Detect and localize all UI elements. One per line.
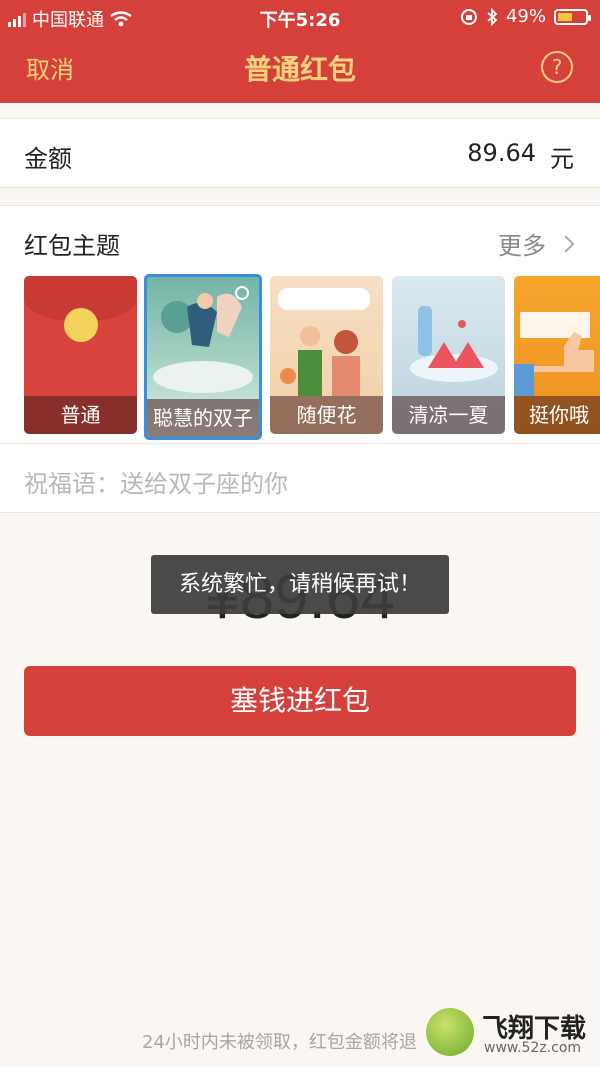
blessing-text[interactable]: 祝福语：送给双子座的你: [24, 464, 288, 499]
watermark: 飞翔下载 www.52z.com: [426, 1006, 596, 1062]
amount-value[interactable]: 89.64: [467, 139, 536, 174]
chevron-right-icon: [557, 235, 575, 252]
amount-label: 金额: [24, 145, 72, 173]
blessing-label: 祝福语：: [24, 470, 120, 498]
gemini-illustration: [153, 286, 253, 393]
theme-thumb-summer[interactable]: 清凉一夏: [392, 276, 505, 434]
amount-unit: 元: [550, 145, 574, 173]
help-icon[interactable]: ?: [541, 51, 573, 83]
amount-value-group: 89.64 元: [467, 139, 574, 174]
thumbs-up-illustration: [514, 312, 594, 396]
theme-thumb-label: 随便花: [270, 396, 383, 434]
theme-thumb-gemini[interactable]: 聪慧的双子: [144, 274, 262, 440]
blessing-input[interactable]: 送给双子座的你: [120, 470, 288, 498]
watermark-logo-icon: [426, 1008, 474, 1056]
rotation-lock-icon: [460, 8, 477, 25]
toast-message: 系统繁忙，请稍候再试！: [151, 555, 449, 614]
envelope-seal: [64, 308, 98, 342]
theme-thumb-support[interactable]: 挺你哦: [514, 276, 600, 434]
amount-row[interactable]: 金额 89.64 元: [0, 118, 600, 188]
submit-button[interactable]: 塞钱进红包: [24, 666, 576, 736]
theme-thumb-label: 聪慧的双子: [147, 399, 259, 437]
page-title: 普通红包: [243, 53, 356, 86]
header: 中国联通 下午5:26 49% 取消 普通红包 ?: [0, 0, 600, 103]
watermelon-illustration: [410, 306, 498, 382]
theme-thumb-label: 挺你哦: [514, 396, 600, 434]
footer-note: 24小时内未被领取，红包金额将退: [142, 1032, 417, 1053]
status-right: 49%: [460, 6, 591, 27]
theme-thumb-label: 清凉一夏: [392, 396, 505, 434]
theme-more-link[interactable]: 更多: [498, 226, 575, 261]
theme-thumb-spend[interactable]: 随便花: [270, 276, 383, 434]
theme-section: 红包主题 更多 普通 聪慧的双子 随便花 清凉一夏 挺你哦: [0, 205, 600, 443]
couple-illustration: [278, 288, 370, 396]
battery-icon: [554, 8, 591, 25]
theme-more-label: 更多: [498, 232, 546, 260]
battery-percent: 49%: [505, 6, 546, 27]
theme-label: 红包主题: [24, 232, 120, 260]
watermark-url: www.52z.com: [484, 1040, 582, 1056]
bluetooth-icon: [487, 7, 498, 26]
blessing-row[interactable]: 祝福语：送给双子座的你: [0, 443, 600, 513]
theme-thumb-plain[interactable]: 普通: [24, 276, 137, 434]
status-bar: 中国联通 下午5:26 49%: [0, 0, 600, 34]
theme-thumb-label: 普通: [24, 396, 137, 434]
